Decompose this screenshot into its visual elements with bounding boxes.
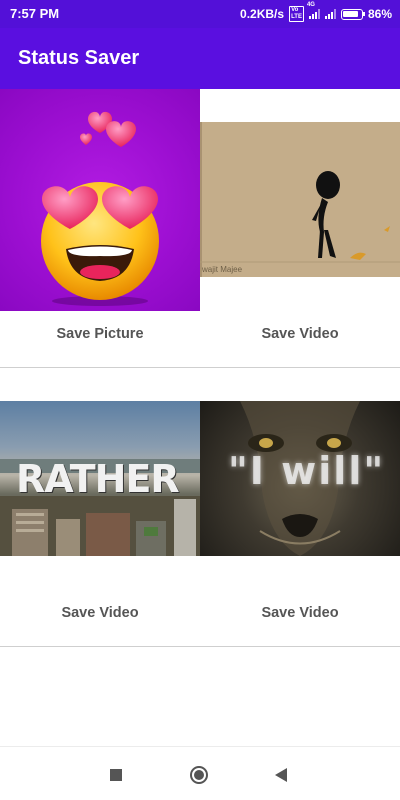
system-navigation-bar (0, 746, 400, 800)
status-card-picture[interactable]: Save Picture (0, 89, 200, 367)
network-speed: 0.2KB/s (240, 7, 285, 21)
video-overlay-text-rather: RATHER (16, 457, 180, 501)
status-time: 7:57 PM (10, 6, 60, 21)
volte-badge-icon: Vo LTE (289, 6, 304, 22)
app-bar: Status Saver (0, 28, 400, 89)
save-picture-button[interactable]: Save Picture (0, 326, 200, 342)
triangle-back-icon (275, 768, 287, 782)
home-button[interactable] (189, 765, 209, 785)
heart-eyes-emoji-icon (41, 111, 159, 306)
signal-strength-icon-2 (324, 9, 336, 19)
video-thumbnail-1[interactable]: wajit Majee (200, 122, 400, 277)
stick-figure-icon (200, 122, 400, 277)
recents-button[interactable] (106, 765, 126, 785)
battery-icon (340, 8, 365, 20)
video-thumbnail-2[interactable]: RATHER (0, 401, 200, 556)
circle-icon (190, 766, 208, 784)
save-video-button-3[interactable]: Save Video (200, 605, 400, 621)
battery-percent: 86% (367, 7, 392, 21)
save-video-button-1[interactable]: Save Video (200, 326, 400, 342)
signal-strength-icon: 4G (307, 2, 320, 19)
network-type-label: 4G (306, 2, 315, 8)
save-video-button-2[interactable]: Save Video (0, 605, 200, 621)
picture-thumbnail[interactable] (0, 89, 200, 311)
back-button[interactable] (271, 765, 291, 785)
status-bar: 7:57 PM 0.2KB/s Vo LTE 4G 86% (0, 0, 400, 28)
status-card-video-1[interactable]: wajit Majee Save Video (200, 89, 400, 367)
video-watermark-text: wajit Majee (202, 265, 243, 274)
square-icon (110, 769, 122, 781)
row-divider-2 (0, 646, 400, 647)
app-title: Status Saver (18, 47, 140, 69)
status-indicators: 0.2KB/s Vo LTE 4G 86% (240, 2, 392, 22)
status-card-video-3[interactable]: "I will" Save Video (200, 368, 400, 646)
status-card-video-2[interactable]: RATHER Save Video (0, 368, 200, 646)
video-overlay-text-i-will: "I will" (228, 449, 386, 493)
video-thumbnail-3[interactable]: "I will" (200, 401, 400, 556)
